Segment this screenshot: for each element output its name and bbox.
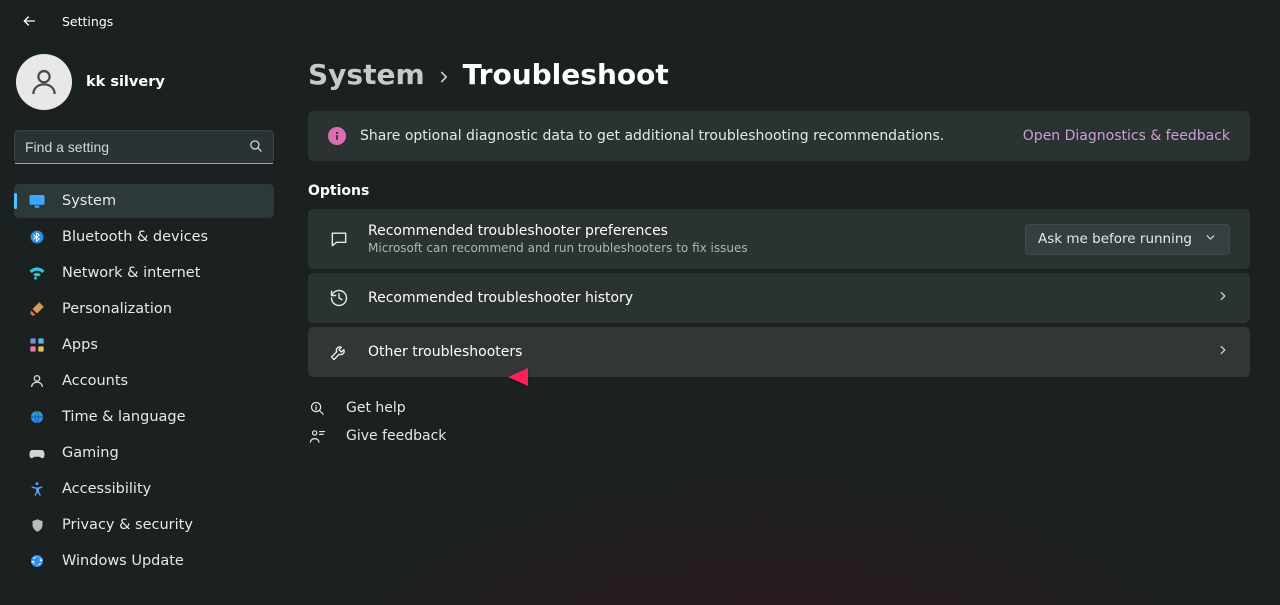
title-bar: Settings xyxy=(0,0,1280,36)
user-name: kk silvery xyxy=(86,74,165,90)
option-other-troubleshooters[interactable]: Other troubleshooters xyxy=(308,327,1250,377)
option-recommended-troubleshooter-history[interactable]: Recommended troubleshooter history xyxy=(308,273,1250,323)
apps-icon xyxy=(28,336,46,354)
back-button[interactable] xyxy=(20,12,38,30)
sidebar-item-personalization[interactable]: Personalization xyxy=(14,292,274,326)
sidebar-item-accessibility[interactable]: Accessibility xyxy=(14,472,274,506)
brush-icon xyxy=(28,300,46,318)
search-icon xyxy=(248,138,263,157)
chevron-right-icon xyxy=(435,68,453,90)
sidebar-item-label: Privacy & security xyxy=(62,517,264,533)
person-icon xyxy=(28,372,46,390)
sidebar-item-gaming[interactable]: Gaming xyxy=(14,436,274,470)
monitor-icon xyxy=(28,192,46,210)
tools-icon xyxy=(328,341,350,363)
option-text: Recommended troubleshooter history xyxy=(368,290,1198,306)
option-title: Recommended troubleshooter history xyxy=(368,290,1198,306)
options-heading: Options xyxy=(308,183,1250,199)
chevron-right-icon xyxy=(1216,343,1230,361)
open-diagnostics-link[interactable]: Open Diagnostics & feedback xyxy=(1023,128,1230,144)
sidebar-item-label: Bluetooth & devices xyxy=(62,229,264,245)
footer-link-get-help[interactable]: Get help xyxy=(308,399,1250,417)
sidebar-item-label: Personalization xyxy=(62,301,264,317)
sidebar-item-network-internet[interactable]: Network & internet xyxy=(14,256,274,290)
diagnostics-banner: Share optional diagnostic data to get ad… xyxy=(308,111,1250,161)
main-content: System Troubleshoot Share optional diagn… xyxy=(288,36,1280,605)
footer-link-label: Give feedback xyxy=(346,428,446,444)
user-profile[interactable]: kk silvery xyxy=(14,48,274,116)
person-icon xyxy=(28,66,60,98)
footer-link-label: Get help xyxy=(346,400,406,416)
avatar xyxy=(16,54,72,110)
footer-links: Get help Give feedback xyxy=(308,399,1250,445)
search-input[interactable] xyxy=(25,139,248,155)
sidebar-item-accounts[interactable]: Accounts xyxy=(14,364,274,398)
option-recommended-troubleshooter-preferences[interactable]: Recommended troubleshooter preferences Mi… xyxy=(308,209,1250,269)
options-list: Recommended troubleshooter preferences Mi… xyxy=(308,209,1250,377)
app-title: Settings xyxy=(62,14,113,29)
wifi-icon xyxy=(28,264,46,282)
breadcrumb-leaf: Troubleshoot xyxy=(463,58,669,91)
sidebar-item-label: Gaming xyxy=(62,445,264,461)
help-icon xyxy=(308,399,326,417)
sidebar-item-label: Network & internet xyxy=(62,265,264,281)
sidebar-item-time-language[interactable]: Time & language xyxy=(14,400,274,434)
chevron-right-icon xyxy=(1216,289,1230,307)
dropdown-value: Ask me before running xyxy=(1038,231,1192,247)
footer-link-give-feedback[interactable]: Give feedback xyxy=(308,427,1250,445)
breadcrumb: System Troubleshoot xyxy=(308,58,1250,91)
breadcrumb-root[interactable]: System xyxy=(308,58,425,91)
feedback-icon xyxy=(308,427,326,445)
gamepad-icon xyxy=(28,444,46,462)
shield-icon xyxy=(28,516,46,534)
access-icon xyxy=(28,480,46,498)
info-icon xyxy=(328,127,346,145)
history-icon xyxy=(328,287,350,309)
sidebar: kk silvery System Bluetooth & devices Netw… xyxy=(0,36,288,605)
bluetooth-icon xyxy=(28,228,46,246)
sidebar-item-label: Windows Update xyxy=(62,553,264,569)
sidebar-item-system[interactable]: System xyxy=(14,184,274,218)
globe-icon xyxy=(28,408,46,426)
arrow-left-icon xyxy=(21,13,37,29)
sidebar-item-bluetooth-devices[interactable]: Bluetooth & devices xyxy=(14,220,274,254)
preference-dropdown[interactable]: Ask me before running xyxy=(1025,224,1230,255)
sidebar-item-windows-update[interactable]: Windows Update xyxy=(14,544,274,578)
chat-icon xyxy=(328,228,350,250)
banner-text: Share optional diagnostic data to get ad… xyxy=(360,128,1009,144)
sidebar-item-apps[interactable]: Apps xyxy=(14,328,274,362)
option-subtitle: Microsoft can recommend and run troubles… xyxy=(368,241,1007,255)
update-icon xyxy=(28,552,46,570)
nav: System Bluetooth & devices Network & inter… xyxy=(14,184,274,578)
option-title: Recommended troubleshooter preferences xyxy=(368,223,1007,239)
sidebar-item-label: Apps xyxy=(62,337,264,353)
sidebar-item-privacy-security[interactable]: Privacy & security xyxy=(14,508,274,542)
search-box[interactable] xyxy=(14,130,274,164)
option-text: Recommended troubleshooter preferences Mi… xyxy=(368,223,1007,255)
option-text: Other troubleshooters xyxy=(368,344,1198,360)
sidebar-item-label: Accessibility xyxy=(62,481,264,497)
sidebar-item-label: System xyxy=(62,193,264,209)
option-title: Other troubleshooters xyxy=(368,344,1198,360)
sidebar-item-label: Accounts xyxy=(62,373,264,389)
sidebar-item-label: Time & language xyxy=(62,409,264,425)
chevron-down-icon xyxy=(1204,231,1217,248)
